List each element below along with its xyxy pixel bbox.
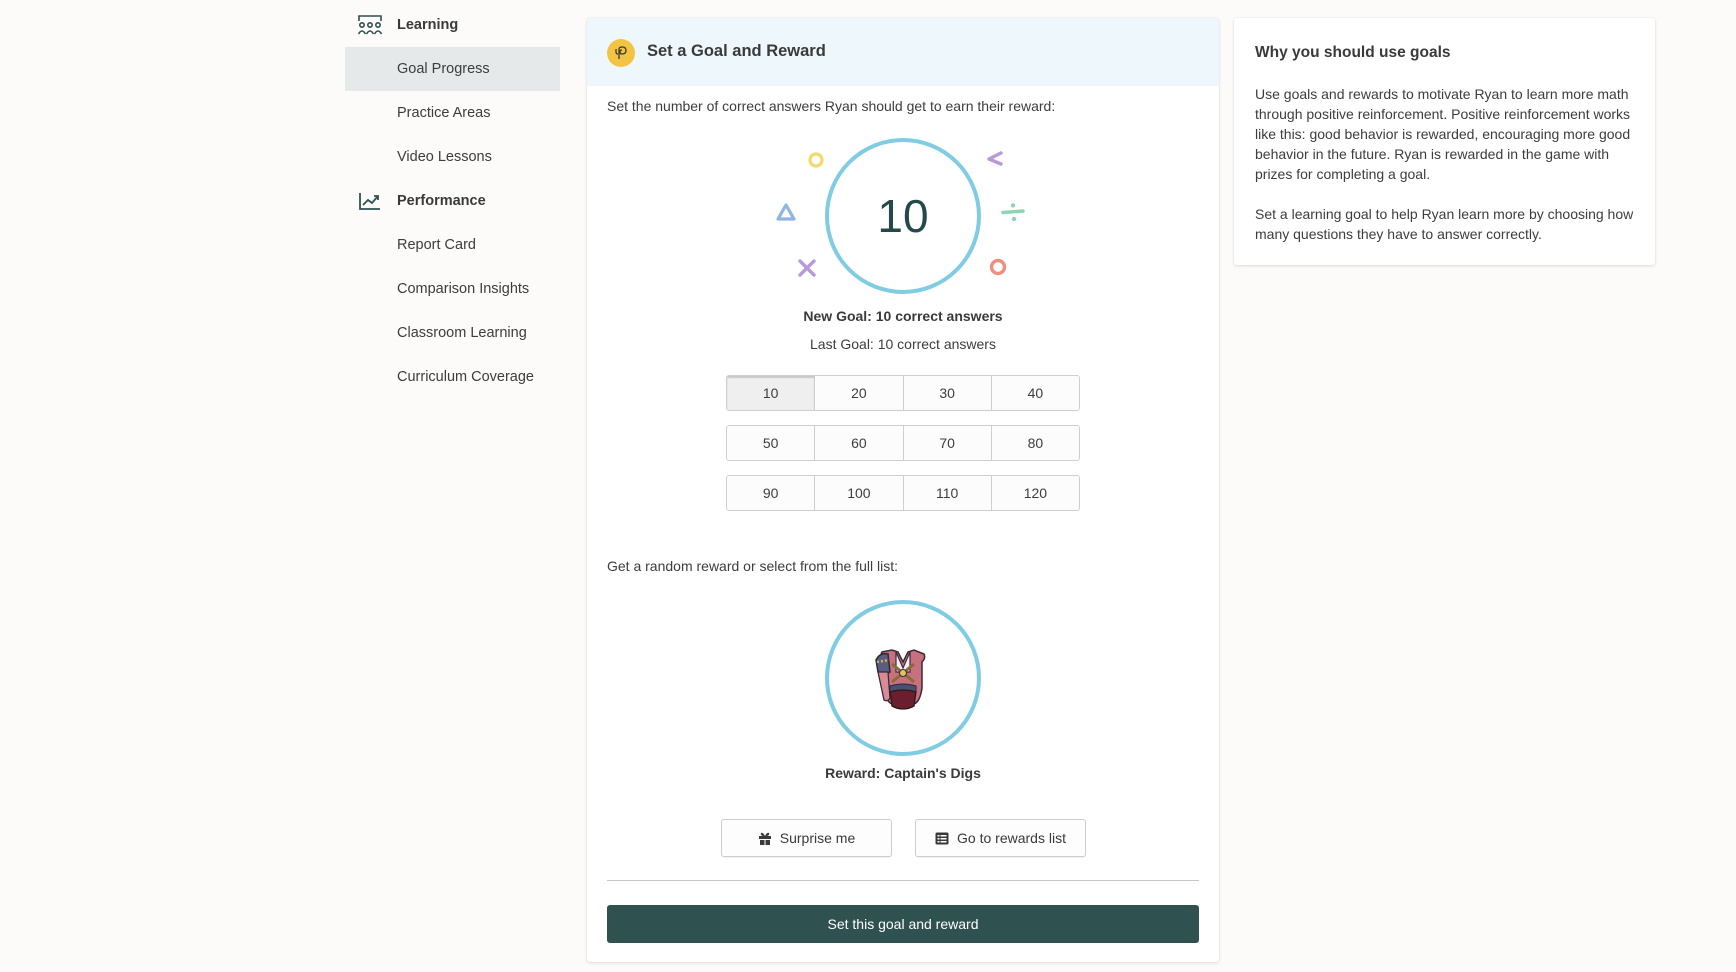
sidebar-item-video-lessons[interactable]: Video Lessons <box>345 135 560 179</box>
goal-options-row: 10 20 30 40 <box>726 375 1080 411</box>
goal-number: 10 <box>877 190 929 242</box>
goals-info-card: Why you should use goals Use goals and r… <box>1234 18 1655 265</box>
nav-item-label: Practice Areas <box>397 105 491 121</box>
sidebar-item-classroom-learning[interactable]: Classroom Learning <box>345 311 560 355</box>
goal-prompt: Set the number of correct answers Ryan s… <box>607 98 1056 114</box>
sidebar-item-goal-progress[interactable]: Goal Progress <box>345 47 560 91</box>
nav-section-label: Learning <box>397 17 459 33</box>
goal-option-40[interactable]: 40 <box>991 376 1079 410</box>
goal-option-90[interactable]: 90 <box>727 476 816 510</box>
nav-item-label: Report Card <box>397 237 476 253</box>
goal-option-70[interactable]: 70 <box>903 426 992 460</box>
info-title: Why you should use goals <box>1255 44 1451 61</box>
nav-section-performance: Performance <box>345 179 560 223</box>
card-title: Set a Goal and Reward <box>647 42 826 60</box>
reward-circle <box>825 600 981 756</box>
circle-shape-icon <box>808 152 824 168</box>
card-header: Set a Goal and Reward <box>587 18 1219 86</box>
goal-option-110[interactable]: 110 <box>903 476 992 510</box>
set-goal-reward-button[interactable]: Set this goal and reward <box>607 905 1199 943</box>
prodigy-logo-icon <box>607 39 635 67</box>
goal-reward-card: Set a Goal and Reward Set the number of … <box>587 18 1219 962</box>
goal-option-120[interactable]: 120 <box>991 476 1079 510</box>
goal-options-row: 50 60 70 80 <box>726 425 1080 461</box>
goal-options-row: 90 100 110 120 <box>726 475 1080 511</box>
classroom-icon <box>357 14 383 36</box>
surprise-me-button[interactable]: Surprise me <box>721 819 892 857</box>
trend-chart-icon <box>357 190 383 212</box>
nav-item-label: Comparison Insights <box>397 281 530 297</box>
surprise-me-label: Surprise me <box>779 830 856 846</box>
goal-option-100[interactable]: 100 <box>815 476 904 510</box>
nav-section-learning: Learning <box>345 3 560 47</box>
gift-icon <box>758 832 771 845</box>
new-goal-text: New Goal: 10 correct answers <box>803 308 1003 324</box>
list-icon <box>935 832 949 844</box>
nav-section-label: Performance <box>397 193 486 209</box>
sidebar-item-comparison-insights[interactable]: Comparison Insights <box>345 267 560 311</box>
rewards-list-label: Go to rewards list <box>957 830 1066 846</box>
goal-circle: 10 <box>825 138 981 294</box>
nav-item-label: Goal Progress <box>397 61 490 77</box>
rewards-list-button[interactable]: Go to rewards list <box>915 819 1086 857</box>
less-than-shape-icon <box>987 151 1003 166</box>
goal-option-30[interactable]: 30 <box>903 376 992 410</box>
sidebar-item-practice-areas[interactable]: Practice Areas <box>345 91 560 135</box>
multiply-shape-icon <box>798 259 816 277</box>
goal-option-10[interactable]: 10 <box>727 376 816 410</box>
info-paragraph: Use goals and rewards to motivate Ryan t… <box>1255 86 1631 182</box>
sidebar-item-curriculum-coverage[interactable]: Curriculum Coverage <box>345 355 560 399</box>
nav-item-label: Curriculum Coverage <box>397 369 534 385</box>
sidebar-item-report-card[interactable]: Report Card <box>345 223 560 267</box>
circle-shape-icon <box>989 258 1007 276</box>
info-paragraph: Set a learning goal to help Ryan learn m… <box>1255 206 1634 242</box>
nav-item-label: Classroom Learning <box>397 325 527 341</box>
goal-option-80[interactable]: 80 <box>991 426 1079 460</box>
divide-shape-icon <box>1001 203 1025 222</box>
reward-outfit-image <box>875 649 926 710</box>
goal-option-50[interactable]: 50 <box>727 426 816 460</box>
last-goal-text: Last Goal: 10 correct answers <box>810 336 996 352</box>
nav-item-label: Video Lessons <box>397 149 492 165</box>
reward-prompt: Get a random reward or select from the f… <box>607 558 898 574</box>
goal-option-60[interactable]: 60 <box>815 426 904 460</box>
reward-name: Reward: Captain's Digs <box>825 765 981 781</box>
divider <box>607 880 1199 881</box>
triangle-shape-icon <box>776 203 796 221</box>
goal-option-20[interactable]: 20 <box>815 376 904 410</box>
